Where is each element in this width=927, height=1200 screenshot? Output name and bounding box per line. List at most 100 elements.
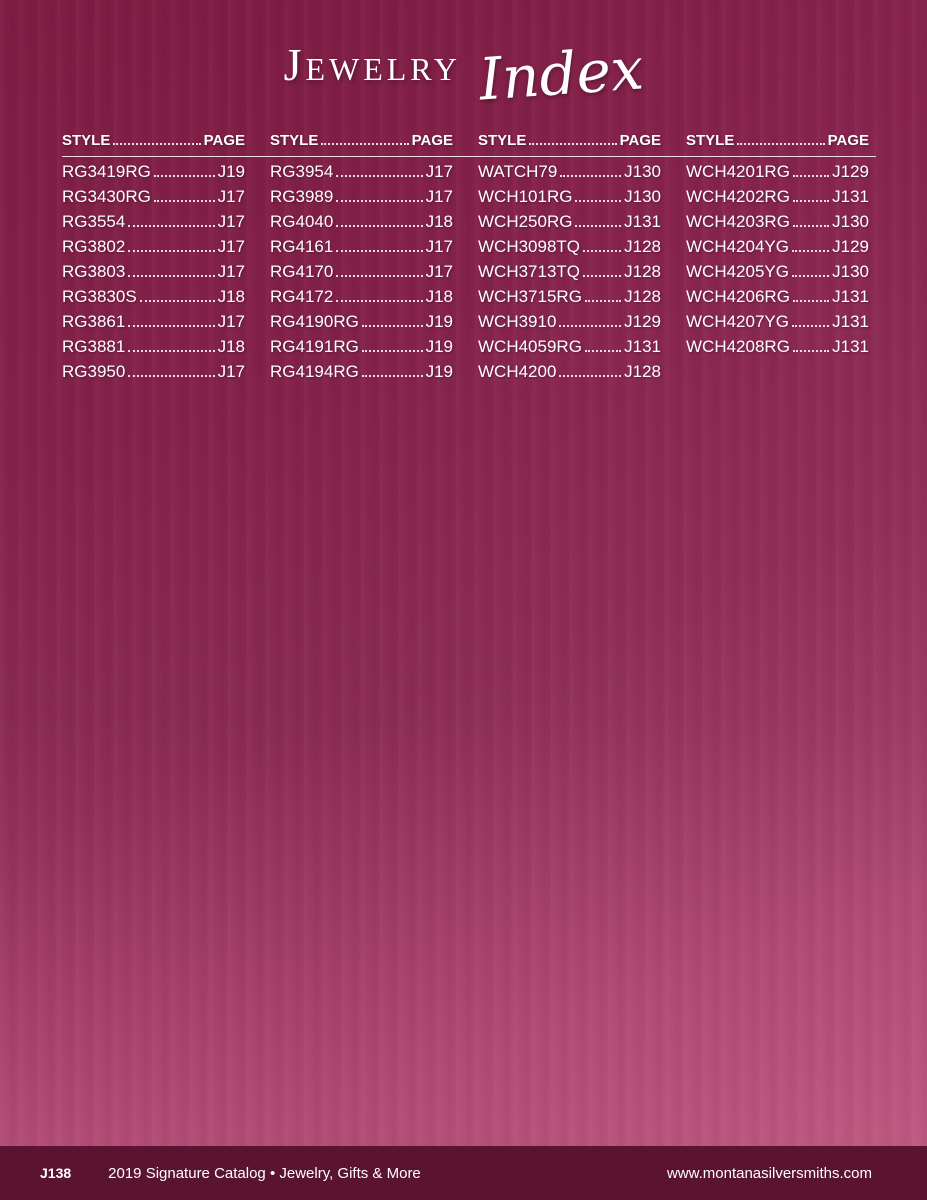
title-word-index: Index	[476, 34, 646, 114]
index-entry: WCH4203RG J130	[686, 212, 869, 237]
entry-page-number: J17	[217, 262, 245, 281]
entry-dot-leader	[559, 375, 622, 377]
index-entry: WCH3713TQ J128	[478, 262, 661, 287]
entry-style-number: RG4172	[270, 287, 334, 306]
entry-style-number: RG4194RG	[270, 362, 359, 381]
index-entry: RG3881 J18	[62, 337, 245, 362]
column-header: STYLE PAGE	[270, 132, 453, 154]
entry-dot-leader	[153, 200, 215, 202]
footer-page-number: J138	[40, 1165, 72, 1181]
header-style-label: STYLE	[62, 132, 111, 149]
entry-dot-leader	[791, 275, 830, 277]
header-leader	[529, 143, 617, 145]
index-entry: RG3802 J17	[62, 237, 245, 262]
column-header: STYLE PAGE	[686, 132, 869, 154]
entry-style-number: WCH3715RG	[478, 287, 582, 306]
entry-page-number: J128	[624, 262, 661, 281]
entry-dot-leader	[584, 300, 622, 302]
entry-style-number: WCH250RG	[478, 212, 573, 231]
index-column-4: WCH4201RG J129 WCH4202RG J131 WCH4203RG J130 W…	[686, 162, 869, 387]
header-page-label: PAGE	[827, 132, 869, 149]
entry-style-number: RG3861	[62, 312, 126, 331]
entry-page-number: J17	[217, 187, 245, 206]
entry-page-number: J131	[832, 312, 869, 331]
entry-page-number: J131	[624, 212, 661, 231]
entry-dot-leader	[128, 325, 215, 327]
entry-dot-leader	[153, 175, 215, 177]
entry-page-number: J19	[425, 337, 453, 356]
entry-page-number: J128	[624, 362, 661, 381]
entry-page-number: J19	[217, 162, 245, 181]
entry-page-number: J18	[425, 212, 453, 231]
index-entry: RG4161 J17	[270, 237, 453, 262]
entry-style-number: RG3802	[62, 237, 126, 256]
entry-dot-leader	[128, 250, 215, 252]
entry-dot-leader	[361, 375, 423, 377]
entry-style-number: RG3419RG	[62, 162, 151, 181]
entry-page-number: J130	[832, 212, 869, 231]
index-entry: RG4190RG J19	[270, 312, 453, 337]
entry-dot-leader	[128, 375, 215, 377]
index-entry: WCH4201RG J129	[686, 162, 869, 187]
entry-page-number: J17	[425, 162, 453, 181]
entry-dot-leader	[575, 200, 622, 202]
entry-dot-leader	[792, 350, 830, 352]
index-entry: RG3861 J17	[62, 312, 245, 337]
entry-style-number: WCH3098TQ	[478, 237, 581, 256]
entry-page-number: J130	[624, 162, 661, 181]
entry-style-number: WCH4205YG	[686, 262, 789, 281]
entry-style-number: RG4190RG	[270, 312, 359, 331]
title-word-jewelry: Jewelry	[283, 38, 461, 90]
entry-style-number: RG3950	[62, 362, 126, 381]
index-entry: WCH4207YG J131	[686, 312, 869, 337]
entry-style-number: WCH3713TQ	[478, 262, 581, 281]
index-entry: RG3954 J17	[270, 162, 453, 187]
page-title: Jewelry Index	[0, 30, 927, 113]
entry-page-number: J129	[832, 237, 869, 256]
index-entry: RG3989 J17	[270, 187, 453, 212]
entry-dot-leader	[128, 225, 215, 227]
entry-style-number: RG4170	[270, 262, 334, 281]
entry-style-number: RG3803	[62, 262, 126, 281]
entry-style-number: WCH101RG	[478, 187, 573, 206]
entry-dot-leader	[584, 350, 622, 352]
entry-page-number: J130	[624, 187, 661, 206]
entry-dot-leader	[128, 350, 215, 352]
column-header: STYLE PAGE	[478, 132, 661, 154]
index-entry: WCH101RG J130	[478, 187, 661, 212]
entry-style-number: WCH4202RG	[686, 187, 790, 206]
entry-style-number: WCH3910	[478, 312, 557, 331]
footer-website-url: www.montanasilversmiths.com	[666, 1164, 872, 1182]
entry-style-number: WCH4203RG	[686, 212, 790, 231]
entry-page-number: J17	[217, 237, 245, 256]
entry-dot-leader	[575, 225, 622, 227]
header-style-label: STYLE	[686, 132, 735, 149]
entry-style-number: WCH4204YG	[686, 237, 789, 256]
entry-dot-leader	[792, 300, 830, 302]
index-entry: RG3554 J17	[62, 212, 245, 237]
footer-catalog-title: 2019 Signature Catalog • Jewelry, Gifts …	[108, 1164, 421, 1182]
entry-dot-leader	[139, 300, 215, 302]
header-leader	[737, 143, 825, 145]
entry-page-number: J19	[425, 362, 453, 381]
entry-page-number: J129	[832, 162, 869, 181]
index-entry: WCH3910 J129	[478, 312, 661, 337]
entry-page-number: J130	[832, 262, 869, 281]
entry-page-number: J128	[624, 287, 661, 306]
index-entry: RG4040 J18	[270, 212, 453, 237]
column-header: STYLE PAGE	[62, 132, 245, 154]
jewelry-index-table: STYLE PAGE STYLE PAGE STYLE PAGE STYLE PAGE …	[62, 132, 876, 387]
entry-dot-leader	[559, 325, 622, 327]
entry-dot-leader	[792, 200, 830, 202]
entry-style-number: RG3830S	[62, 287, 137, 306]
index-entry: RG4191RG J19	[270, 337, 453, 362]
entry-style-number: WCH4200	[478, 362, 557, 381]
entry-page-number: J131	[832, 287, 869, 306]
index-entry: RG3830S J18	[62, 287, 245, 312]
index-entry: WCH4208RG J131	[686, 337, 869, 362]
index-entry: WCH4206RG J131	[686, 287, 869, 312]
entry-dot-leader	[792, 225, 830, 227]
index-entry: WCH250RG J131	[478, 212, 661, 237]
entry-style-number: WCH4201RG	[686, 162, 790, 181]
index-entry: WCH3715RG J128	[478, 287, 661, 312]
